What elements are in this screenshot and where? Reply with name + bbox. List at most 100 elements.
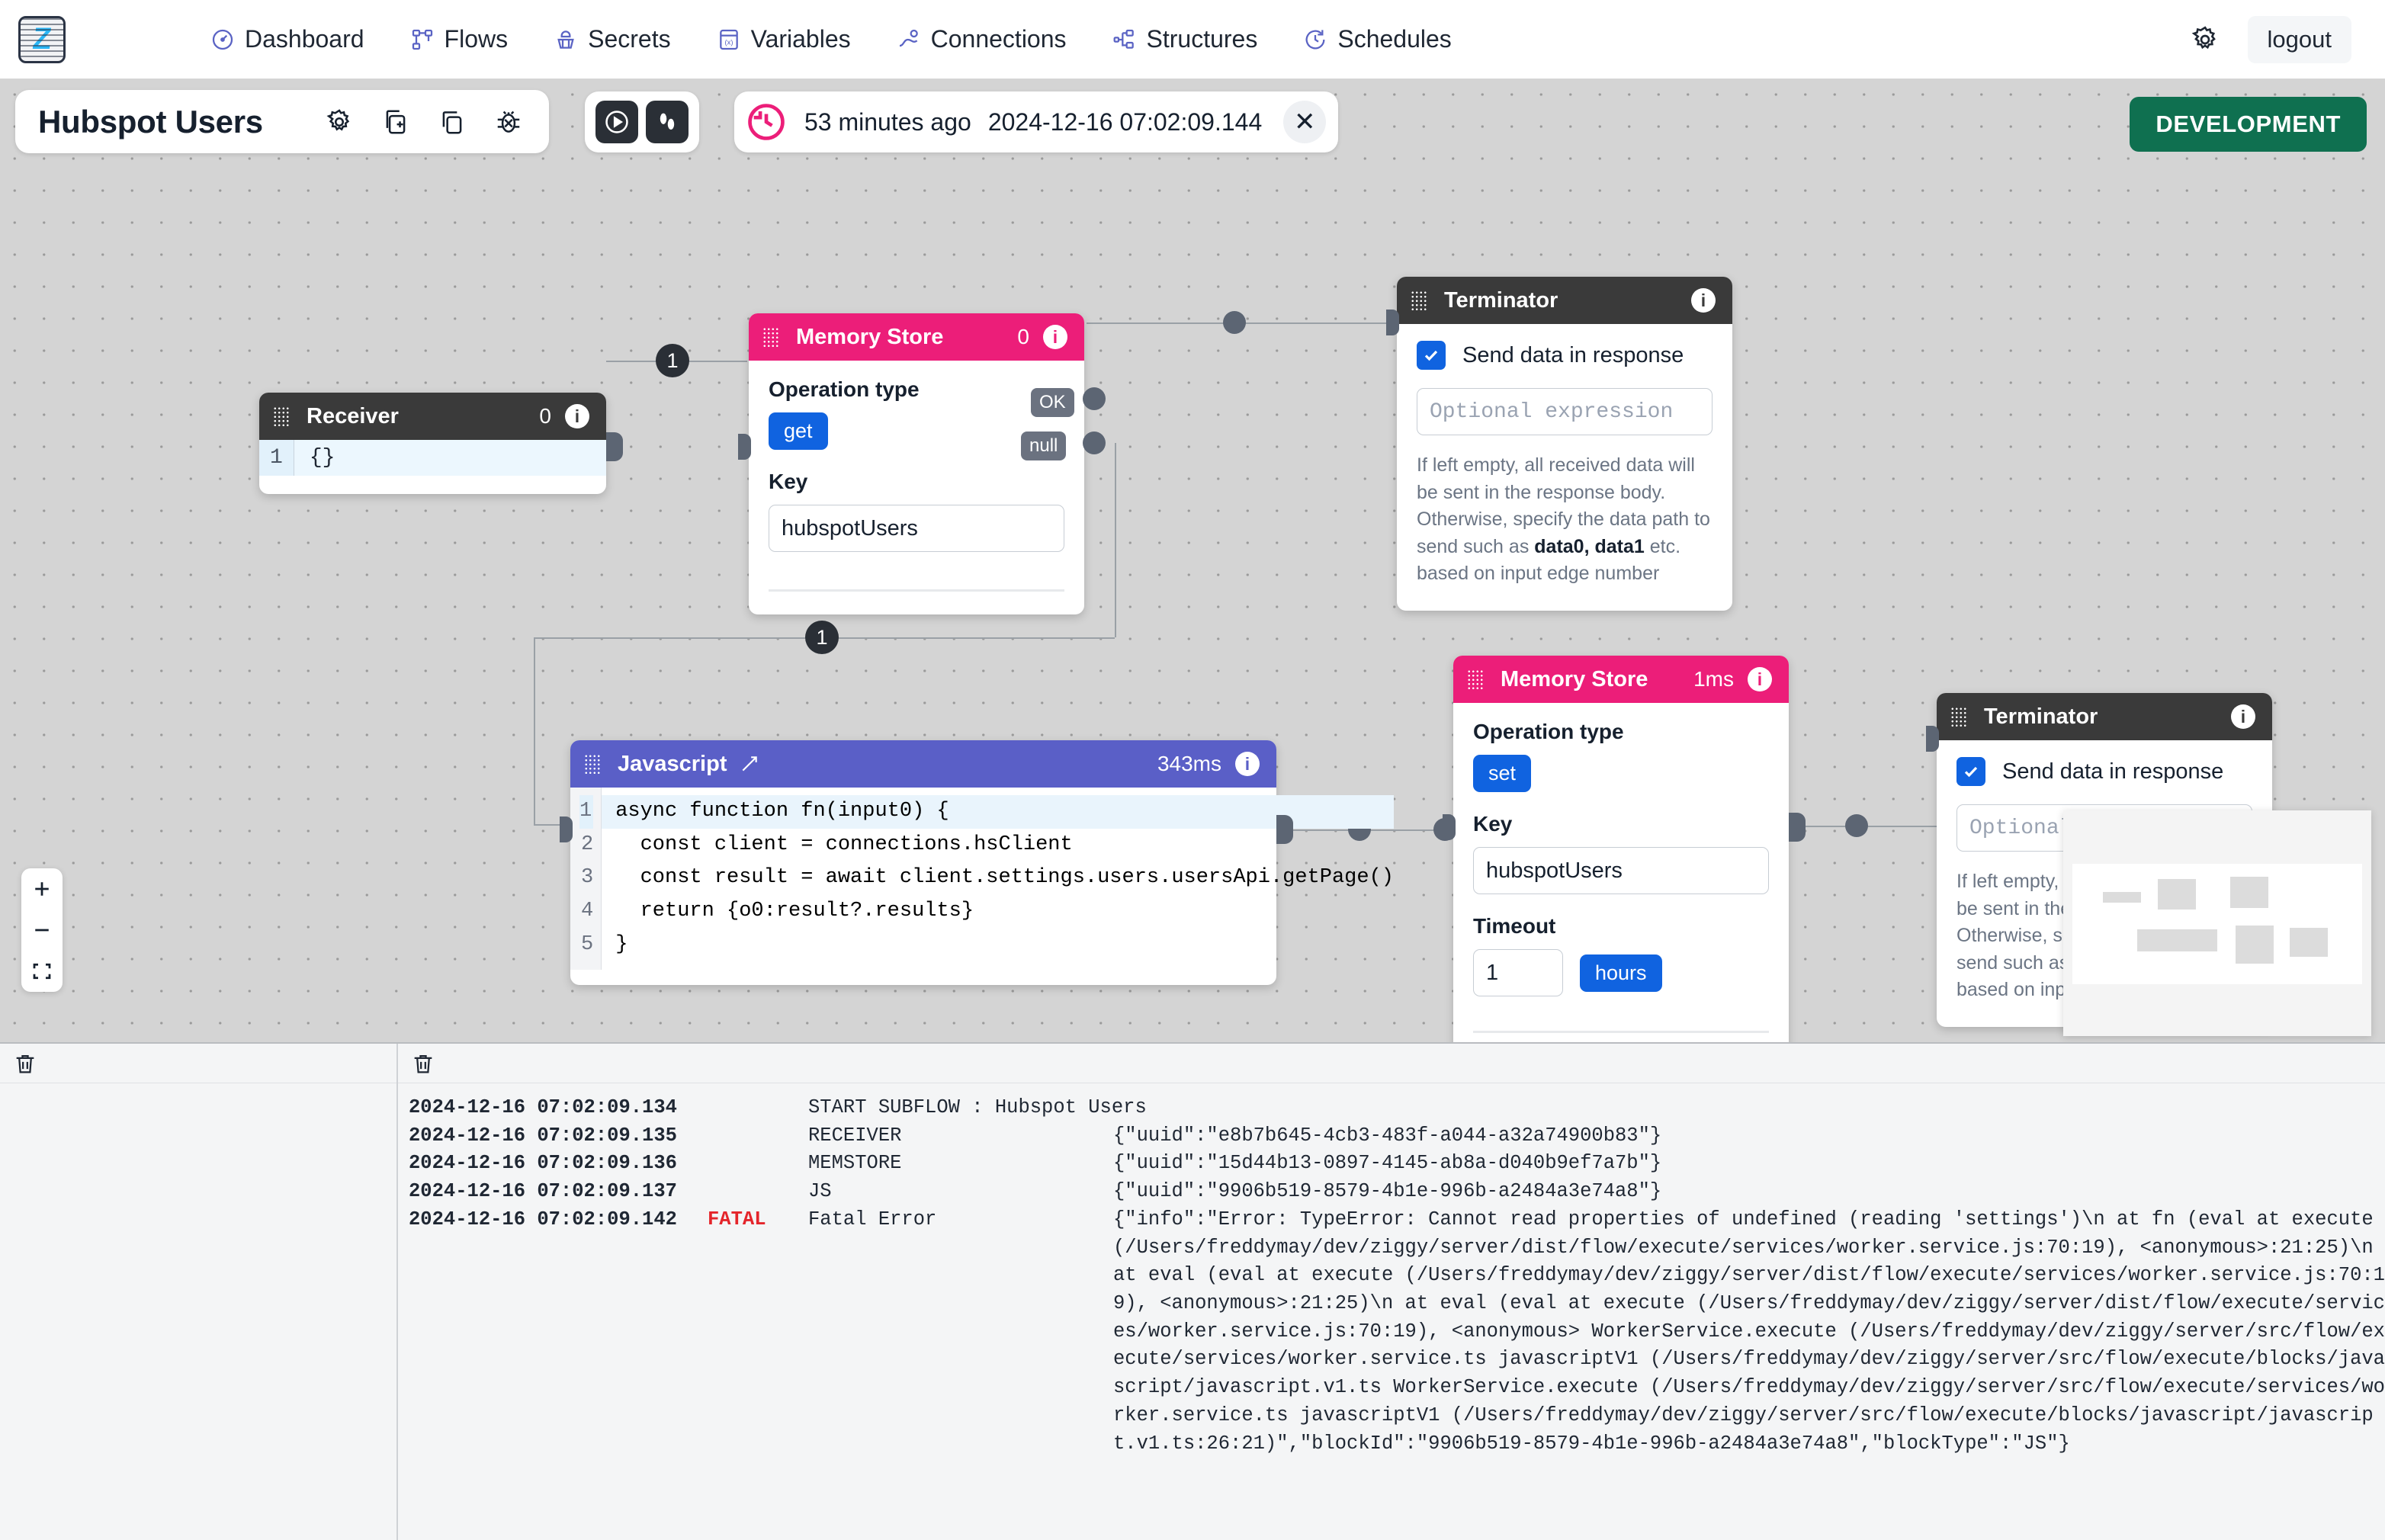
canvas-minimap[interactable] <box>2063 810 2371 1036</box>
info-icon[interactable]: i <box>1043 325 1067 349</box>
javascript-code-editor[interactable]: 1 2 3 4 5 async function fn(input0) { co… <box>570 788 1394 970</box>
left-log-panel <box>0 1044 398 1540</box>
node-terminator-top[interactable]: Terminator i Send data in response If le… <box>1386 277 1732 611</box>
operation-type-chip[interactable]: set <box>1473 755 1532 792</box>
code-line-3: const result = await client.settings.use… <box>615 866 1394 890</box>
zoom-out-button[interactable] <box>21 910 63 951</box>
timeout-input[interactable] <box>1473 949 1563 996</box>
add-copy-icon[interactable] <box>381 107 410 136</box>
node-receiver[interactable]: Receiver 0 i 1 {} <box>259 393 623 494</box>
memstore-get-input-port[interactable] <box>738 434 751 460</box>
key-label: Key <box>1473 812 1513 836</box>
nav-item-dashboard[interactable]: Dashboard <box>210 25 364 53</box>
drag-handle[interactable] <box>762 327 779 347</box>
node-javascript[interactable]: Javascript 343ms i 1 2 3 4 5 async funct… <box>560 740 1394 985</box>
top-navigation-bar: Z Dashboard Flows Secrets (x) Variables … <box>0 0 2385 79</box>
optional-expression-input[interactable] <box>1417 388 1713 435</box>
edge-badge-2[interactable]: 1 <box>805 621 839 654</box>
memstore-get-output-ok[interactable] <box>1083 387 1106 410</box>
flow-canvas[interactable]: 1 1 Hubspot Users 53 minutes ago 2024-12… <box>0 79 2385 1042</box>
duplicate-icon[interactable] <box>438 107 467 136</box>
edge-badge-1[interactable]: 1 <box>656 344 689 377</box>
nav-item-variables[interactable]: (x) Variables <box>717 25 851 53</box>
send-data-checkbox[interactable] <box>1417 341 1446 370</box>
gauge-icon <box>212 29 233 50</box>
nav-item-secrets[interactable]: Secrets <box>554 25 671 53</box>
close-icon[interactable]: ✕ <box>1283 101 1327 143</box>
check-icon <box>1964 766 1978 778</box>
node-memory-store-get[interactable]: Memory Store 0 i Operation type get Key … <box>738 313 1106 614</box>
trash-icon[interactable] <box>410 1051 436 1076</box>
log-row: 2024-12-16 07:02:09.137 JS {"uuid":"9906… <box>409 1178 2385 1206</box>
memstore-set-output-port[interactable] <box>1789 813 1806 842</box>
drag-handle[interactable] <box>273 406 290 426</box>
gear-icon[interactable] <box>325 107 354 136</box>
terminator-top-input-port[interactable] <box>1386 310 1399 335</box>
key-input[interactable] <box>1473 847 1769 894</box>
code-line-1: async function fn(input0) { <box>602 795 1394 829</box>
code-line-2: const client = connections.hsClient <box>615 833 1073 856</box>
terminator-bottom-input-port[interactable] <box>1926 726 1939 752</box>
logout-button[interactable]: logout <box>2247 15 2351 63</box>
edge-dot-ok <box>1223 311 1246 334</box>
nav-label-structures: Structures <box>1146 25 1258 53</box>
key-input[interactable] <box>769 505 1064 552</box>
svg-text:(x): (x) <box>724 38 733 46</box>
trash-icon[interactable] <box>12 1051 38 1076</box>
history-clock-icon[interactable] <box>745 101 788 143</box>
debug-bug-icon[interactable] <box>494 107 523 136</box>
expand-icon[interactable] <box>740 754 759 774</box>
nav-items: Dashboard Flows Secrets (x) Variables Co… <box>210 25 1452 53</box>
javascript-output-port[interactable] <box>1276 815 1293 844</box>
drag-handle[interactable] <box>1950 707 1967 727</box>
info-icon[interactable]: i <box>1691 288 1716 313</box>
log-timestamp: 2024-12-16 07:02:09.136 <box>409 1152 677 1175</box>
info-icon[interactable]: i <box>1748 667 1772 691</box>
receiver-code-editor[interactable]: 1 {} <box>259 440 606 476</box>
node-title: Javascript <box>618 751 727 776</box>
code-line-4: return {o0:result?.results} <box>615 900 974 923</box>
nav-item-connections[interactable]: Connections <box>897 25 1067 53</box>
nav-item-flows[interactable]: Flows <box>410 25 508 53</box>
log-payload: {"uuid":"15d44b13-0897-4145-ab8a-d040b9e… <box>1113 1152 1662 1175</box>
drag-handle[interactable] <box>1411 290 1427 310</box>
environment-badge[interactable]: DEVELOPMENT <box>2130 97 2367 152</box>
play-button[interactable] <box>595 101 638 143</box>
node-duration: 1ms <box>1693 667 1734 691</box>
zoom-in-button[interactable] <box>21 868 63 910</box>
log-message: START SUBFLOW : Hubspot Users <box>808 1096 1147 1118</box>
nav-label-dashboard: Dashboard <box>245 25 364 53</box>
info-icon[interactable]: i <box>565 404 589 428</box>
javascript-input-port[interactable] <box>560 817 573 842</box>
hint-part-b: data0, data1 <box>1534 535 1645 557</box>
info-icon[interactable]: i <box>2231 704 2255 729</box>
nav-item-structures[interactable]: Structures <box>1112 25 1258 53</box>
drag-handle[interactable] <box>584 754 601 774</box>
terminator-hint: If left empty, all received data will be… <box>1417 452 1713 588</box>
nav-label-secrets: Secrets <box>588 25 671 53</box>
receiver-output-port[interactable] <box>606 432 623 461</box>
info-icon[interactable]: i <box>1235 752 1260 776</box>
memstore-set-input-port[interactable] <box>1443 814 1456 840</box>
log-output[interactable]: 2024-12-16 07:02:09.134 START SUBFLOW : … <box>398 1083 2385 1540</box>
operation-type-chip[interactable]: get <box>769 412 828 450</box>
nav-item-schedules[interactable]: Schedules <box>1303 25 1452 53</box>
gutter-line-1: 1 <box>579 795 594 829</box>
send-data-checkbox[interactable] <box>1956 757 1985 786</box>
minimap-node <box>2230 877 2268 908</box>
gear-icon[interactable] <box>2190 24 2220 55</box>
memstore-get-output-null[interactable] <box>1083 432 1106 454</box>
bottom-panels: 2024-12-16 07:02:09.134 START SUBFLOW : … <box>0 1042 2385 1540</box>
app-logo[interactable]: Z <box>18 15 66 63</box>
node-memory-store-set[interactable]: Memory Store 1ms i Operation type set Ke… <box>1443 656 1806 1042</box>
timeout-unit-chip[interactable]: hours <box>1580 954 1662 992</box>
run-timestamp: 2024-12-16 07:02:09.144 <box>987 107 1263 136</box>
run-history-toolbar: 53 minutes ago 2024-12-16 07:02:09.144 ✕ <box>734 91 1339 152</box>
step-button[interactable] <box>646 101 689 143</box>
node-title: Memory Store <box>1501 666 1648 691</box>
node-title: Terminator <box>1444 287 1558 313</box>
fit-view-button[interactable] <box>21 951 63 992</box>
code-content: {} <box>294 440 606 476</box>
send-data-label: Send data in response <box>2002 759 2224 784</box>
drag-handle[interactable] <box>1467 669 1484 689</box>
